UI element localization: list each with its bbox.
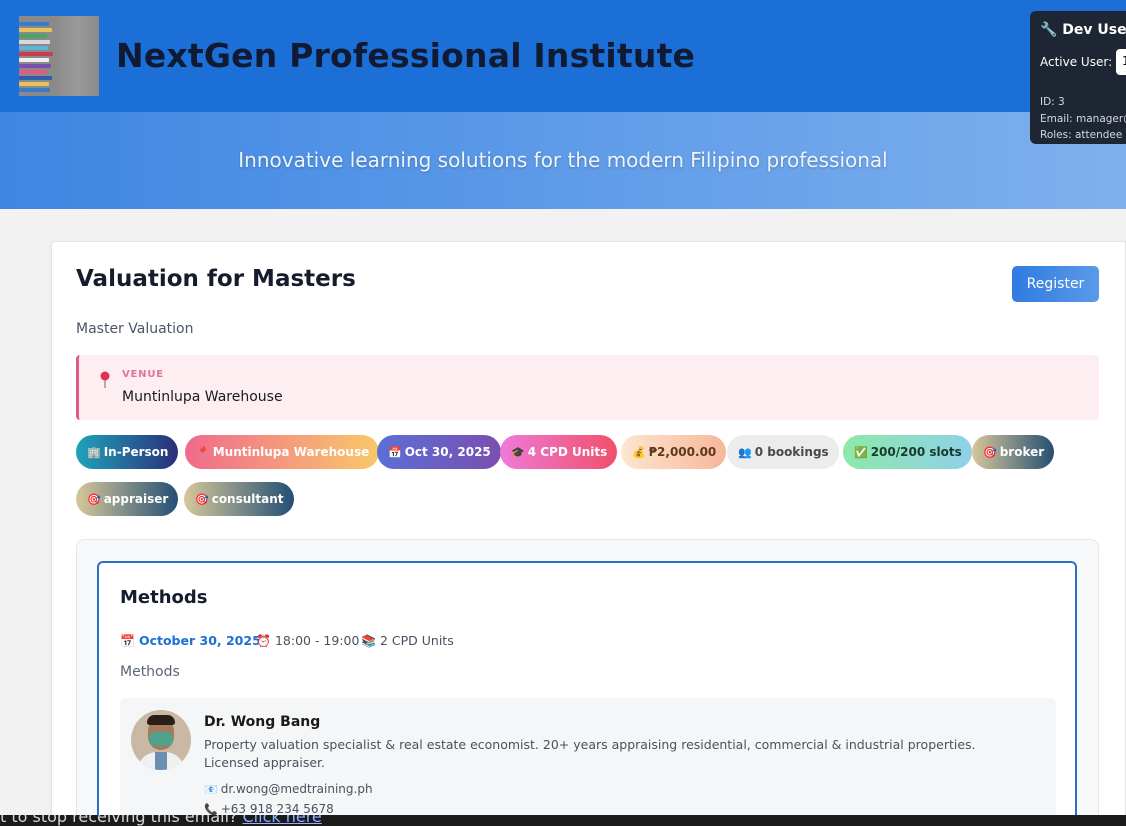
pill-slots: ✅ 200/200 slots <box>843 435 972 469</box>
active-user-select[interactable]: 1 <box>1116 49 1126 75</box>
unsubscribe-link[interactable]: Click here <box>243 815 322 826</box>
unsubscribe-text: t to stop receiving this email? <box>0 815 238 826</box>
calendar-icon: 📅 <box>388 445 402 459</box>
calendar-icon: 📅 <box>120 633 135 648</box>
check-icon: ✅ <box>854 445 868 459</box>
pill-venue: 📍 Muntinlupa Warehouse <box>185 435 380 469</box>
event-subtitle: Master Valuation <box>76 321 194 337</box>
session-date: 📅 October 30, 2025 <box>120 633 261 648</box>
session-description: Methods <box>120 664 180 680</box>
book-stack-logo <box>19 16 99 96</box>
building-icon: 🏢 <box>87 445 101 459</box>
active-user-label: Active User: <box>1040 55 1113 69</box>
unsubscribe-banner: t to stop receiving this email? Click her… <box>0 815 1126 826</box>
pill-price: 💰 ₱2,000.00 <box>621 435 727 469</box>
venue-box: VENUE Muntinlupa Warehouse <box>76 355 1099 420</box>
target-icon: 🎯 <box>87 492 101 506</box>
dev-panel-title: 🔧 Dev User S <box>1040 22 1126 38</box>
alarm-clock-icon: ⏰ <box>256 633 271 648</box>
tagline-banner: Innovative learning solutions for the mo… <box>0 112 1126 209</box>
books-icon: 📚 <box>361 633 376 648</box>
register-button[interactable]: Register <box>1012 266 1099 302</box>
session-time: ⏰ 18:00 - 19:00 <box>256 633 360 648</box>
people-icon: 👥 <box>738 445 752 459</box>
venue-name: Muntinlupa Warehouse <box>122 389 283 405</box>
email-icon: 📧 <box>204 783 218 796</box>
session-card: Methods 📅 October 30, 2025 ⏰ 18:00 - 19:00… <box>97 561 1077 826</box>
target-icon: 🎯 <box>195 492 209 506</box>
pill-format: 🏢 In-Person <box>76 435 179 469</box>
pill-role-appraiser: 🎯 appraiser <box>76 482 179 516</box>
site-header: NextGen Professional Institute <box>0 0 1126 112</box>
speaker-phone: 📞 +63 918 234 5678 <box>204 802 334 816</box>
target-icon: 🎯 <box>983 445 997 459</box>
speaker-email: 📧 dr.wong@medtraining.ph <box>204 782 373 796</box>
speaker-name: Dr. Wong Bang <box>204 714 321 730</box>
speaker-card: Dr. Wong Bang Property valuation special… <box>120 698 1056 826</box>
dev-user-roles: Roles: attendee <box>1040 129 1123 141</box>
session-cpd: 📚 2 CPD Units <box>361 633 454 648</box>
pill-cpd: 🎓 4 CPD Units <box>500 435 618 469</box>
event-title: Valuation for Masters <box>76 266 356 292</box>
pill-date: 📅 Oct 30, 2025 <box>377 435 501 469</box>
map-pin-icon: 📍 <box>196 445 210 459</box>
tagline: Innovative learning solutions for the mo… <box>238 148 888 172</box>
dev-user-id: ID: 3 <box>1040 96 1065 108</box>
pill-bookings: 👥 0 bookings <box>727 435 839 469</box>
session-title: Methods <box>120 587 208 608</box>
map-pin-icon <box>100 371 110 388</box>
site-title: NextGen Professional Institute <box>116 36 696 75</box>
pill-role-consultant: 🎯 consultant <box>184 482 294 516</box>
money-bag-icon: 💰 <box>632 445 646 459</box>
graduation-cap-icon: 🎓 <box>511 445 525 459</box>
dev-user-email: Email: manager@ <box>1040 113 1126 125</box>
speaker-avatar <box>131 710 191 770</box>
speaker-bio: Property valuation specialist & real est… <box>204 737 976 770</box>
event-card: Valuation for Masters Register Master Va… <box>51 241 1126 826</box>
sessions-container: Methods 📅 October 30, 2025 ⏰ 18:00 - 19:00… <box>76 539 1099 826</box>
pill-role-broker: 🎯 broker <box>972 435 1055 469</box>
venue-label: VENUE <box>122 369 164 380</box>
dev-user-switcher: 🔧 Dev User S Active User: 1 ID: 3 Email:… <box>1030 11 1126 144</box>
